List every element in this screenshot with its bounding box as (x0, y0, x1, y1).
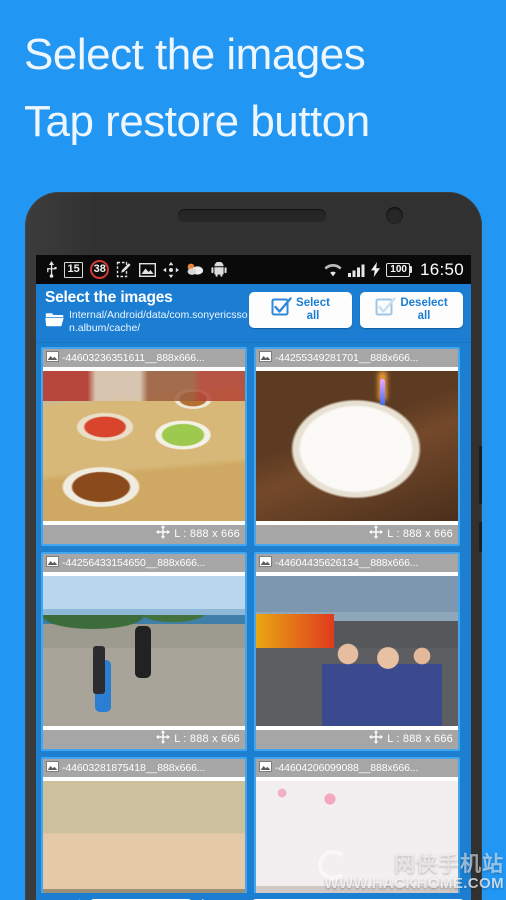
alert-badge-38: 38 (90, 260, 110, 279)
promo-line-1: Select the images (24, 30, 366, 79)
image-size-label: L : 888 x 666 (174, 528, 240, 541)
deselect-all-label-line2: all (417, 310, 431, 322)
image-card[interactable]: -44255349281701__888x666... L: 888 x 66… (254, 346, 460, 546)
current-path-row: Internal/Android/data/com.sonyericsson.a… (45, 309, 249, 336)
header-info: Select the images Internal/Android/data/… (45, 289, 249, 336)
image-card-footer: L : 888 x 666 (256, 729, 458, 749)
power-button[interactable] (479, 522, 482, 552)
count-badge-15: 15 (64, 261, 84, 278)
wifi-icon (324, 263, 342, 277)
image-card[interactable]: -44604435626134__888x666... L: 888 x 66… (254, 551, 460, 751)
weather-icon (186, 262, 204, 277)
image-card-footer: L : 888 x 666 (256, 524, 458, 544)
move-resize-icon (369, 729, 384, 749)
volume-button[interactable] (479, 446, 482, 504)
image-thumb-icon (259, 759, 272, 777)
phone-device-frame: 15 38 100 16:50 Select the images Intern… (25, 192, 482, 900)
battery-indicator: 100 (386, 262, 412, 277)
move-resize-icon (369, 524, 384, 544)
image-card[interactable]: -44604206099088__888x666... (254, 756, 460, 900)
status-bar: 15 38 100 16:50 (36, 255, 471, 284)
image-size-label: L : 888 x 666 (174, 733, 240, 746)
front-camera-icon (386, 207, 403, 224)
image-card[interactable]: -44256433154650__888x666... L: 888 x 66… (41, 551, 247, 751)
usb-icon (46, 261, 57, 278)
earpiece-speaker (178, 209, 326, 222)
checkbox-unchecked-icon (375, 297, 397, 323)
promo-banner: Select the images Tap restore button (0, 0, 506, 185)
battery-tip (409, 266, 412, 273)
image-thumb-wrap (43, 366, 245, 525)
image-thumb-wrap (43, 776, 245, 900)
image-size-label: L : 888 x 666 (387, 733, 453, 746)
android-icon (211, 262, 227, 277)
checkbox-checked-icon (271, 297, 292, 323)
image-thumb-wrap (256, 366, 458, 525)
app-header: Select the images Internal/Android/data/… (36, 284, 471, 343)
grid-row: -44256433154650__888x666... L: 888 x 66… (41, 551, 466, 751)
image-filename: -44604206099088__888x666... (275, 761, 419, 774)
image-card[interactable]: -44603281875418__888x666... (41, 756, 247, 900)
current-path-label: Internal/Android/data/com.sonyericsson.a… (69, 308, 248, 335)
charging-bolt-icon (371, 262, 381, 277)
image-filename: -44256433154650__888x666... (62, 556, 206, 569)
image-grid[interactable]: -44603236351611__888x666... L: 888 x 66… (36, 342, 471, 900)
image-card-footer: L : 888 x 666 (43, 524, 245, 544)
image-card-label: -44256433154650__888x666... (43, 553, 245, 572)
image-filename: -44603236351611__888x666... (62, 351, 205, 364)
image-thumb-icon (46, 349, 59, 367)
image-card-label: -44603281875418__888x666... (43, 758, 245, 777)
image-thumb-wrap (43, 571, 245, 730)
move-resize-icon (156, 524, 171, 544)
note-edit-icon (116, 261, 132, 278)
move-resize-icon (156, 729, 171, 749)
image-thumbnail[interactable] (43, 370, 245, 521)
image-card-label: -44255349281701__888x666... (256, 348, 458, 367)
grid-row: -44603281875418__888x666... -44604206099… (41, 756, 466, 900)
status-clock: 16:50 (419, 259, 464, 279)
folder-icon (45, 312, 64, 332)
bottom-toolbar: 1 - 100 / 253 Restore 0 images (36, 893, 471, 900)
image-thumbnail[interactable] (43, 780, 245, 900)
image-thumb-wrap (256, 571, 458, 730)
image-thumbnail[interactable] (256, 370, 458, 521)
deselect-all-label: Deselect all (400, 297, 447, 323)
battery-level-label: 100 (386, 262, 410, 277)
cellular-signal-icon (348, 263, 365, 277)
image-filename: -44604435626134__888x666... (275, 556, 419, 569)
select-all-label-line2: all (306, 310, 320, 322)
move-icon (163, 261, 180, 278)
image-thumbnail[interactable] (256, 575, 458, 726)
image-card-label: -44603236351611__888x666... (43, 348, 245, 367)
phone-screen: 15 38 100 16:50 Select the images Intern… (36, 255, 471, 900)
image-card-label: -44604435626134__888x666... (256, 553, 458, 572)
select-all-button[interactable]: Select all (249, 292, 352, 328)
grid-row: -44603236351611__888x666... L: 888 x 66… (41, 346, 466, 546)
promo-line-2: Tap restore button (24, 96, 370, 146)
image-thumbnail[interactable] (43, 575, 245, 726)
image-thumbnail[interactable] (256, 780, 458, 900)
image-thumb-icon (46, 554, 59, 572)
image-filename: -44603281875418__888x666... (62, 761, 206, 774)
image-card-label: -44604206099088__888x666... (256, 758, 458, 777)
image-thumb-icon (46, 759, 59, 777)
page-title: Select the images (45, 289, 173, 306)
image-size-label: L : 888 x 666 (387, 528, 453, 541)
select-all-label-line1: Select (296, 297, 330, 310)
deselect-all-button[interactable]: Deselect all (360, 292, 463, 328)
header-actions: Select all Deselect all (249, 292, 463, 328)
image-card-footer: L : 888 x 666 (43, 729, 245, 749)
image-thumb-wrap (256, 776, 458, 900)
deselect-all-label-line1: Deselect (400, 297, 448, 310)
image-card[interactable]: -44603236351611__888x666... L: 888 x 66… (41, 346, 247, 546)
image-icon (139, 262, 157, 277)
image-thumb-icon (259, 349, 272, 367)
select-all-label: Select all (296, 297, 330, 323)
image-thumb-icon (259, 554, 272, 572)
image-filename: -44255349281701__888x666... (275, 351, 419, 364)
